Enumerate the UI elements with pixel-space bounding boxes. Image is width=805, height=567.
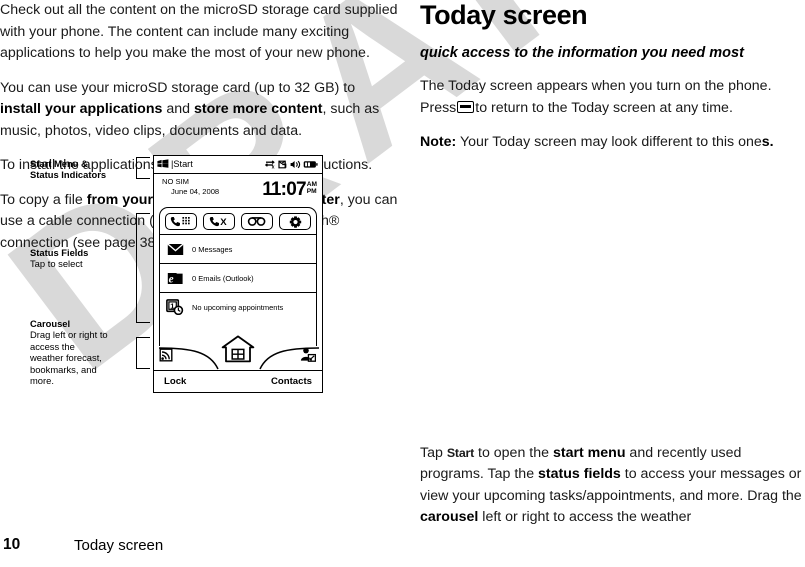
- carousel[interactable]: [154, 335, 322, 370]
- callout-status-heading: Status Fields: [30, 247, 89, 258]
- status-field-appointments-label: No upcoming appointments: [192, 302, 284, 312]
- paragraph-microsd-intro: Check out all the content on the microSD…: [0, 2, 398, 61]
- bracket-status-fields: [136, 213, 150, 323]
- phone-keypad-icon[interactable]: [165, 213, 197, 230]
- windows-flag-icon: [157, 156, 169, 174]
- status-field-emails-label: 0 Emails (Outlook): [192, 273, 254, 283]
- callout-status-fields: Status Fields Tap to select: [30, 247, 110, 270]
- sim-status: NO SIM: [162, 177, 190, 186]
- callout-start-heading-line1: Start Menu &: [30, 158, 88, 169]
- bracket-carousel: [136, 337, 150, 369]
- today-screen-figure: Start Menu & Status Indicators Status Fi…: [30, 155, 385, 405]
- status-field-appointments[interactable]: 1 No upcoming appointments: [160, 292, 316, 321]
- svg-text:x: x: [271, 164, 274, 168]
- right-text-column: Today screen quick access to the informa…: [420, 0, 805, 542]
- note-text: Your Today screen may look different to …: [456, 134, 762, 150]
- status-field-messages-label: 0 Messages: [192, 244, 233, 254]
- phone-today-screen: |Start x NO SIM June 04, 2008 11:07 AM P…: [153, 155, 323, 393]
- page-footer: 10 Today screen: [0, 533, 805, 557]
- paragraph-microsd-usage: You can use your microSD storage card (u…: [0, 79, 380, 139]
- manual-page: Check out all the content on the microSD…: [0, 0, 805, 567]
- paragraph-closing: Tap Start to open the start menu and rec…: [420, 444, 802, 526]
- am-label: AM: [306, 181, 317, 188]
- home-key-icon: [457, 100, 475, 113]
- page-number: 10: [3, 536, 21, 553]
- soft-key-bar: Lock Contacts: [154, 370, 322, 392]
- phone-start-bar: |Start x: [154, 156, 322, 174]
- voicemail-icon[interactable]: [241, 213, 273, 230]
- callout-carousel-heading: Carousel: [30, 318, 71, 329]
- note-tail: s.: [761, 134, 774, 150]
- rss-feed-icon[interactable]: [159, 348, 173, 367]
- start-label: |Start: [171, 158, 193, 169]
- quick-launch-row: X: [160, 208, 316, 234]
- callout-status-sub: Tap to select: [30, 258, 83, 270]
- callout-carousel: Carousel Drag left or right to access th…: [30, 318, 110, 386]
- messages-envelope-icon: [164, 242, 186, 256]
- svg-text:e: e: [168, 273, 173, 284]
- volume-icon: [290, 156, 301, 174]
- soft-key-contacts[interactable]: Contacts: [271, 376, 312, 387]
- callout-carousel-sub: Drag left or right to access the weather…: [30, 329, 108, 387]
- intro-text-part2: to return to the Today screen at any tim…: [475, 99, 733, 116]
- sim-date-block: NO SIM June 04, 2008: [162, 177, 219, 197]
- sync-icon: [278, 156, 287, 174]
- pm-label: PM: [306, 188, 317, 195]
- soft-key-lock[interactable]: Lock: [164, 376, 186, 387]
- note-label: Note:: [420, 134, 457, 150]
- paragraph-note: Note: Your Today screen may look differe…: [420, 132, 805, 154]
- start-menu-button[interactable]: |Start: [157, 156, 193, 174]
- bracket-start-menu: [136, 157, 150, 179]
- calendar-clock-icon: 1: [164, 299, 186, 315]
- battery-icon: [303, 156, 318, 174]
- footer-section-title: Today screen: [74, 536, 164, 554]
- svg-text:X: X: [220, 217, 227, 227]
- page-title: Today screen: [420, 0, 588, 30]
- status-field-messages[interactable]: 0 Messages: [160, 234, 316, 263]
- clock-block: 11:07 AM PM: [262, 180, 317, 199]
- missed-call-icon[interactable]: X: [203, 213, 235, 230]
- settings-gear-icon[interactable]: [279, 213, 311, 230]
- page-subtitle: quick access to the information you need…: [420, 45, 744, 61]
- contacts-person-icon[interactable]: [300, 347, 317, 367]
- current-time: 11:07: [262, 179, 306, 200]
- phone-clock-row: NO SIM June 04, 2008 11:07 AM PM: [154, 174, 322, 207]
- status-field-emails[interactable]: e 0 Emails (Outlook): [160, 263, 316, 292]
- home-house-icon[interactable]: [221, 335, 255, 368]
- am-pm-indicator: AM PM: [307, 181, 317, 195]
- outlook-email-icon: e: [164, 271, 186, 285]
- paragraph-today-intro: The Today screen appears when you turn o…: [420, 76, 805, 119]
- callout-start-heading-line2: Status Indicators: [30, 169, 107, 181]
- connection-off-icon: x: [264, 156, 276, 174]
- callout-start-menu: Start Menu & Status Indicators: [30, 158, 110, 181]
- current-date: June 04, 2008: [171, 187, 220, 196]
- today-card: X 0 Messages e 0 Emails (Outlook) 1 No u…: [159, 207, 317, 346]
- status-indicators: x: [264, 156, 319, 174]
